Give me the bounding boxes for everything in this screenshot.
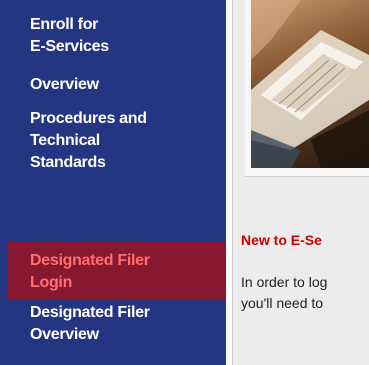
main-content: New to E-Se In order to log you'll need … bbox=[233, 0, 369, 365]
sidebar-item-label: Procedures and bbox=[30, 110, 147, 127]
content-body: In order to log you'll need to bbox=[241, 272, 327, 314]
sidebar-item-designated-filer-overview[interactable]: Designated Filer Overview bbox=[30, 302, 150, 346]
hero-photo-frame bbox=[245, 0, 369, 177]
sidebar-item-label: Designated Filer bbox=[30, 304, 150, 321]
hero-photo-illustration bbox=[251, 0, 369, 168]
sidebar-item-label: Overview bbox=[30, 326, 99, 343]
sidebar-nav: Enroll for E-Services Overview Procedure… bbox=[0, 0, 226, 365]
sidebar-item-overview[interactable]: Overview bbox=[30, 74, 99, 96]
sidebar-item-label: E-Services bbox=[30, 38, 109, 55]
hero-photo bbox=[251, 0, 369, 168]
sidebar-item-label: Overview bbox=[30, 76, 99, 93]
sidebar-item-enroll[interactable]: Enroll for E-Services bbox=[30, 14, 109, 58]
sidebar-item-label: Technical bbox=[30, 132, 100, 149]
sidebar-item-label: Standards bbox=[30, 154, 106, 171]
sidebar-item-procedures[interactable]: Procedures and Technical Standards bbox=[30, 108, 147, 174]
body-line: In order to log bbox=[241, 274, 328, 290]
sidebar-item-designated-filer-login[interactable]: Designated Filer Login bbox=[30, 250, 150, 294]
sidebar-item-label: Designated Filer bbox=[30, 252, 150, 269]
sidebar-item-label: Login bbox=[30, 274, 73, 291]
sidebar-item-label: Enroll for bbox=[30, 16, 99, 33]
content-heading: New to E-Se bbox=[241, 232, 322, 248]
body-line: you'll need to bbox=[241, 295, 324, 311]
